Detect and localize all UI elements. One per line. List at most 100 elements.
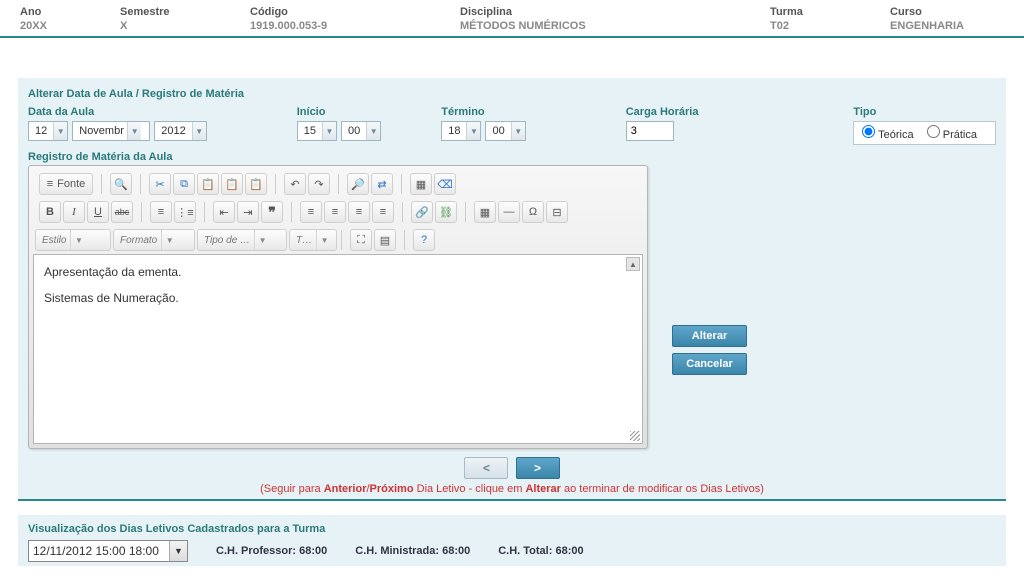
ano-select[interactable]: 2012▼ xyxy=(154,121,206,141)
toolbar-separator xyxy=(101,174,102,194)
dias-letivos-value: 12/11/2012 15:00 18:00 xyxy=(33,544,159,558)
about-button[interactable]: ? xyxy=(413,229,435,251)
italic-button[interactable]: I xyxy=(63,201,85,223)
numbered-list-button[interactable]: ≡ xyxy=(150,201,172,223)
align-right-button[interactable]: ≡ xyxy=(348,201,370,223)
toolbar-row-2: B I U abc ≡ ⋮≡ ⇤ ⇥ ❞ ≡ xyxy=(33,198,643,226)
chevron-down-icon: ▼ xyxy=(169,541,187,561)
mes-select[interactable]: Novembr▼ xyxy=(72,121,150,141)
link-button[interactable]: 🔗 xyxy=(411,201,433,223)
data-aula-group: Data da Aula 12▼ Novembr▼ 2012▼ xyxy=(28,106,207,141)
content-line-1: Apresentação da ementa. xyxy=(44,265,632,279)
turma-value: T02 xyxy=(770,20,850,32)
ano-value: 2012 xyxy=(155,125,191,137)
carga-input[interactable] xyxy=(626,121,674,141)
toolbar-row-3: Estilo▼ Formato▼ Tipo de …▼ T…▼ ⛶ ▤ ? xyxy=(33,226,643,254)
align-center-button[interactable]: ≡ xyxy=(324,201,346,223)
termino-min-select[interactable]: 00▼ xyxy=(485,121,525,141)
toolbar-separator xyxy=(402,202,403,222)
hr-button[interactable]: — xyxy=(498,201,520,223)
copy-button[interactable]: ⧉ xyxy=(173,173,195,195)
maximize-button[interactable]: ⛶ xyxy=(350,229,372,251)
indent-button[interactable]: ⇥ xyxy=(237,201,259,223)
size-combo[interactable]: T…▼ xyxy=(289,229,337,251)
redo-button[interactable]: ↷ xyxy=(308,173,330,195)
source-button[interactable]: ≡Fonte xyxy=(39,173,93,195)
table-button[interactable]: ▦ xyxy=(474,201,496,223)
alterar-button[interactable]: Alterar xyxy=(672,325,747,347)
redo-icon: ↷ xyxy=(314,178,323,191)
chevron-down-icon: ▼ xyxy=(511,122,525,140)
codigo-value: 1919.000.053-9 xyxy=(250,20,420,32)
toolbar-row-1: ≡Fonte 🔍 ✂ ⧉ 📋 📋 📋 ↶ ↷ xyxy=(33,170,643,198)
show-blocks-button[interactable]: ▤ xyxy=(374,229,396,251)
cut-button[interactable]: ✂ xyxy=(149,173,171,195)
underline-button[interactable]: U xyxy=(87,201,109,223)
paste-button[interactable]: 📋 xyxy=(197,173,219,195)
source-btn-label: Fonte xyxy=(57,178,85,190)
ano-label: Ano xyxy=(20,6,80,18)
inicio-min-select[interactable]: 00▼ xyxy=(341,121,381,141)
codigo-label: Código xyxy=(250,6,420,18)
align-left-button[interactable]: ≡ xyxy=(300,201,322,223)
paste-word-button[interactable]: 📋 xyxy=(245,173,267,195)
next-day-button[interactable]: > xyxy=(516,457,560,479)
format-combo[interactable]: Formato▼ xyxy=(113,229,195,251)
select-all-button[interactable]: ▦ xyxy=(410,173,432,195)
strike-button[interactable]: abc xyxy=(111,201,133,223)
ch-professor: C.H. Professor: 68:00 xyxy=(216,545,327,557)
chevron-down-icon: ▼ xyxy=(53,122,67,140)
special-char-button[interactable]: Ω xyxy=(522,201,544,223)
prev-day-button[interactable]: < xyxy=(464,457,508,479)
remove-format-button[interactable]: ⌫ xyxy=(434,173,456,195)
chevron-down-icon: ▼ xyxy=(161,230,177,250)
style-combo[interactable]: Estilo▼ xyxy=(35,229,111,251)
toolbar-separator xyxy=(140,174,141,194)
undo-button[interactable]: ↶ xyxy=(284,173,306,195)
bold-button[interactable]: B xyxy=(39,201,61,223)
outdent-button[interactable]: ⇤ xyxy=(213,201,235,223)
dia-value: 12 xyxy=(29,125,53,137)
inicio-hora-select[interactable]: 15▼ xyxy=(297,121,337,141)
tipo-pratica-option[interactable]: Prática xyxy=(927,129,977,141)
tipo-teorica-option[interactable]: Teórica xyxy=(862,129,913,141)
tipo-group: Tipo Teórica Prática xyxy=(853,106,996,145)
font-combo[interactable]: Tipo de …▼ xyxy=(197,229,287,251)
dia-select[interactable]: 12▼ xyxy=(28,121,68,141)
scissors-icon: ✂ xyxy=(155,178,164,191)
tipo-teorica-radio[interactable] xyxy=(862,125,875,138)
unlink-button[interactable]: ⛓ xyxy=(435,201,457,223)
italic-icon: I xyxy=(72,206,76,218)
select-all-icon: ▦ xyxy=(416,178,426,191)
blocks-icon: ▤ xyxy=(380,234,390,247)
termino-group: Término 18▼ 00▼ xyxy=(441,106,526,141)
termino-hora-select[interactable]: 18▼ xyxy=(441,121,481,141)
chevron-down-icon: ▼ xyxy=(466,122,480,140)
replace-button[interactable]: ⇄ xyxy=(371,173,393,195)
clipboard-word-icon: 📋 xyxy=(249,178,263,191)
magnifier-icon: 🔍 xyxy=(114,178,128,191)
unordered-list-icon: ⋮≡ xyxy=(176,206,193,219)
dias-letivos-select[interactable]: 12/11/2012 15:00 18:00 ▼ xyxy=(28,540,188,562)
alterar-aula-panel: Alterar Data de Aula / Registro de Matér… xyxy=(18,78,1006,501)
cancelar-button[interactable]: Cancelar xyxy=(672,353,747,375)
find-button[interactable]: 🔎 xyxy=(347,173,369,195)
toolbar-separator xyxy=(204,202,205,222)
termino-label: Término xyxy=(441,106,526,118)
resize-grip[interactable] xyxy=(630,431,640,441)
editor-content-area[interactable]: ▲ Apresentação da ementa. Sistemas de Nu… xyxy=(33,254,643,444)
align-justify-button[interactable]: ≡ xyxy=(372,201,394,223)
scroll-up-icon[interactable]: ▲ xyxy=(626,257,640,271)
rich-text-editor: ≡Fonte 🔍 ✂ ⧉ 📋 📋 📋 ↶ ↷ xyxy=(28,165,648,449)
chevron-down-icon: ▼ xyxy=(322,122,336,140)
tipo-pratica-radio[interactable] xyxy=(927,125,940,138)
nav-hint: (Seguir para Anterior/Próximo Dia Letivo… xyxy=(28,483,996,495)
size-combo-label: T… xyxy=(296,235,312,246)
paste-text-button[interactable]: 📋 xyxy=(221,173,243,195)
bullet-list-button[interactable]: ⋮≡ xyxy=(174,201,196,223)
preview-button[interactable]: 🔍 xyxy=(110,173,132,195)
blockquote-button[interactable]: ❞ xyxy=(261,201,283,223)
page-break-button[interactable]: ⊟ xyxy=(546,201,568,223)
inicio-label: Início xyxy=(297,106,382,118)
outdent-icon: ⇤ xyxy=(219,206,228,219)
